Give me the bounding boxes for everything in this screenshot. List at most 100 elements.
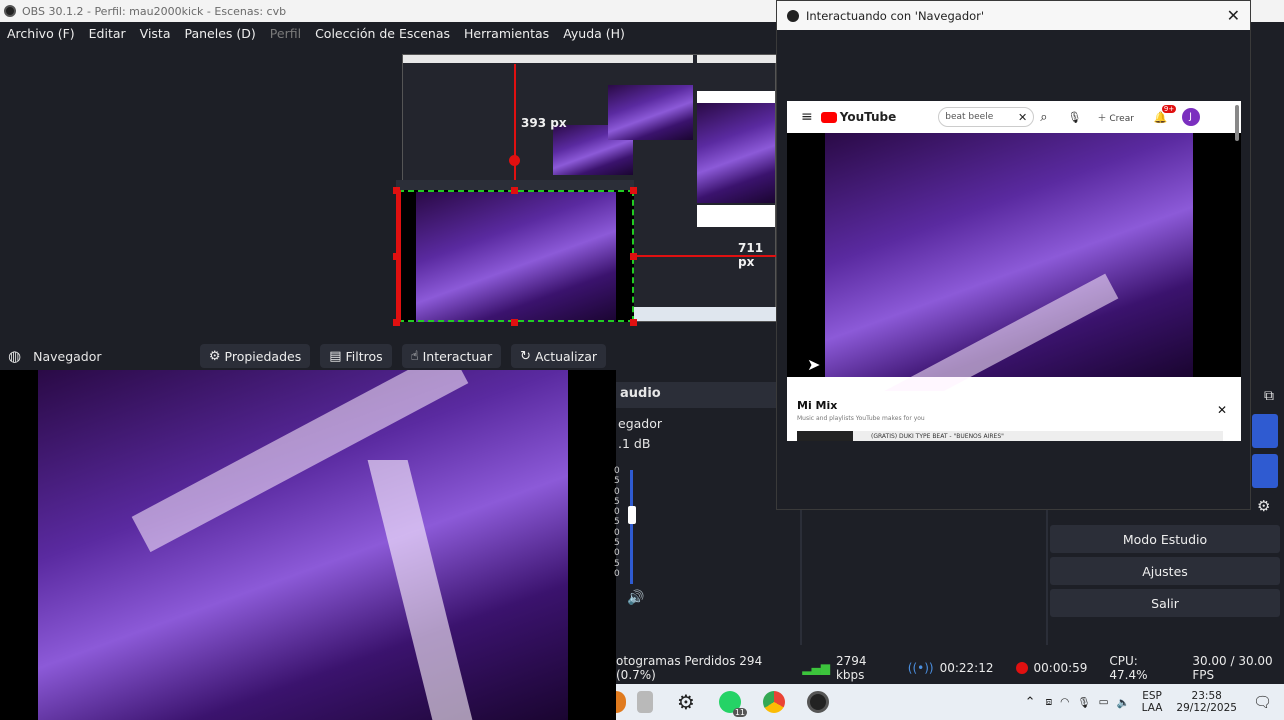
battery-icon[interactable]: ▭ [1099, 696, 1109, 708]
clock-time: 23:58 [1191, 690, 1222, 702]
resize-handle-tr[interactable] [630, 187, 637, 194]
gear-icon: ⚙ [208, 348, 221, 364]
stream-time: ((•)) 00:22:12 [908, 661, 994, 675]
filters-button[interactable]: ▤ Filtros [320, 344, 392, 368]
resize-handle-bl[interactable] [393, 319, 400, 326]
close-icon[interactable]: ✕ [1227, 6, 1240, 25]
selection-box[interactable] [398, 190, 634, 322]
stream-button-edge[interactable] [1252, 414, 1278, 448]
volume-tray-icon[interactable]: 🔈 [1117, 696, 1130, 709]
speaker-icon[interactable]: 🔊 [627, 590, 644, 606]
properties-button[interactable]: ⚙ Propiedades [199, 344, 311, 368]
menu-paneles[interactable]: Paneles (D) [178, 26, 263, 41]
panel-divider [800, 510, 802, 645]
record-dot-icon [1015, 662, 1028, 674]
mix-subtitle: Music and playlists YouTube makes for yo… [797, 415, 925, 422]
studio-mode-label: Modo Estudio [1122, 531, 1208, 547]
exit-button[interactable]: Salir [1050, 589, 1280, 617]
dimension-top-label: 393 px [521, 116, 567, 130]
resize-handle-r[interactable] [630, 253, 637, 260]
mix-item-title: (GRATIS) DUKI TYPE BEAT - "BUENOS AIRES" [871, 432, 1004, 440]
youtube-logo-icon[interactable] [820, 111, 837, 123]
youtube-mix-card[interactable]: Mi Mix Music and playlists YouTube makes… [787, 391, 1241, 441]
volume-slider[interactable] [628, 506, 636, 524]
bitrate-value: 2794 kbps [835, 654, 867, 682]
guide-handle-top[interactable] [509, 155, 520, 166]
notifications-icon[interactable]: 🗨 [1253, 693, 1272, 711]
clear-search-icon[interactable]: ✕ [1018, 111, 1027, 124]
dock-icon[interactable]: ⧉ [1264, 388, 1274, 404]
create-button[interactable]: ＋ Crear [1098, 111, 1134, 124]
settings-app-icon[interactable]: ⚙ [675, 691, 697, 713]
dialog-title: Interactuando con 'Navegador' [806, 8, 985, 23]
clock[interactable]: 23:58 29/12/2025 [1176, 690, 1237, 714]
youtube-search-field[interactable]: beat beele ✕ [938, 107, 1035, 127]
language-indicator[interactable]: ESP LAA [1142, 690, 1163, 714]
mixer-scale: 05050505050 [614, 466, 620, 579]
dimension-right-label: 711 px [738, 241, 764, 269]
settings-gear-icon[interactable]: ⚙ [1257, 497, 1270, 515]
voice-search-icon[interactable]: 🎙 [1068, 111, 1082, 124]
whatsapp-icon[interactable]: 11 [719, 691, 747, 717]
audio-mixer-header: audio [616, 382, 776, 408]
microphone-app-icon[interactable] [637, 691, 653, 713]
filters-label: Filtros [345, 348, 383, 364]
obs-dialog-icon [787, 9, 799, 22]
taskbar-app-partial-icon[interactable] [616, 691, 626, 713]
hamburger-menu-icon[interactable]: ≡ [801, 109, 813, 125]
globe-icon: ◍ [8, 347, 22, 365]
wifi-icon[interactable]: ◠ [1060, 696, 1069, 708]
interact-button[interactable]: ☝ Interactuar [401, 344, 502, 368]
cpu-usage: CPU: 47.4% [1109, 654, 1148, 682]
studio-mode-button[interactable]: Modo Estudio [1050, 525, 1280, 553]
chrome-icon[interactable] [763, 691, 785, 713]
settings-button[interactable]: Ajustes [1050, 557, 1280, 585]
meet-now-icon[interactable]: ⧈ [1045, 696, 1052, 709]
whatsapp-badge: 11 [732, 708, 747, 717]
resize-handle-tl[interactable] [393, 187, 400, 194]
resize-handle-l[interactable] [393, 253, 400, 260]
nested-yt-bar [697, 91, 775, 103]
volume-track [630, 470, 633, 584]
menu-herramientas[interactable]: Herramientas [457, 26, 556, 41]
windows-taskbar: ⚙ 11 ⌃ ⧈ ◠ 🎙 ▭ 🔈 ESP LAA 23:58 29/12/202… [616, 684, 1284, 720]
obs-taskbar-icon[interactable] [807, 691, 829, 713]
menu-vista[interactable]: Vista [133, 26, 178, 41]
browser-source-view[interactable]: ≡ YouTube beat beele ✕ ⌕ 🎙 ＋ Crear 🔔 9+ J… [787, 101, 1241, 441]
refresh-icon: ↻ [520, 348, 531, 364]
mix-close-icon[interactable]: ✕ [1217, 403, 1227, 417]
resize-handle-br[interactable] [630, 319, 637, 326]
nested-yt-video [697, 103, 775, 203]
resize-handle-t[interactable] [511, 187, 518, 194]
menu-archivo[interactable]: Archivo (F) [0, 26, 82, 41]
mix-item-row[interactable]: (GRATIS) DUKI TYPE BEAT - "BUENOS AIRES" [797, 431, 1223, 441]
avatar[interactable]: J [1181, 108, 1200, 126]
search-input[interactable]: beat beele [945, 112, 1018, 122]
menu-coleccion-escenas[interactable]: Colección de Escenas [308, 26, 457, 41]
menu-ayuda[interactable]: Ayuda (H) [556, 26, 632, 41]
nested-taskbar [633, 307, 776, 321]
search-icon[interactable]: ⌕ [1040, 110, 1047, 125]
youtube-video-player[interactable]: ➤ [787, 133, 1241, 421]
properties-label: Propiedades [224, 348, 302, 364]
record-button-edge[interactable] [1252, 454, 1278, 488]
chevron-up-icon[interactable]: ⌃ [1025, 695, 1036, 710]
menu-bar: Archivo (F) Editar Vista Paneles (D) Per… [0, 22, 776, 44]
video-frame [38, 370, 568, 720]
resize-handle-b[interactable] [511, 319, 518, 326]
browser-scrollbar[interactable] [1235, 105, 1239, 141]
settings-label: Ajustes [1142, 563, 1188, 579]
stream-time-value: 00:22:12 [939, 661, 994, 675]
menu-editar[interactable]: Editar [82, 26, 133, 41]
scene-preview[interactable]: 393 px 711 px [0, 44, 776, 336]
refresh-label: Actualizar [535, 348, 597, 364]
youtube-logo-text[interactable]: YouTube [840, 110, 897, 124]
guide-line-vertical [514, 64, 516, 190]
mixer-level: .1 dB [618, 436, 651, 451]
right-strip [1252, 330, 1284, 374]
mic-tray-icon[interactable]: 🎙 [1077, 696, 1090, 709]
refresh-button[interactable]: ↻ Actualizar [511, 344, 606, 368]
create-label: Crear [1109, 113, 1134, 124]
notifications-bell-icon[interactable]: 🔔 9+ [1154, 104, 1177, 124]
youtube-header: ≡ YouTube beat beele ✕ ⌕ 🎙 ＋ Crear 🔔 9+ J [787, 101, 1241, 133]
